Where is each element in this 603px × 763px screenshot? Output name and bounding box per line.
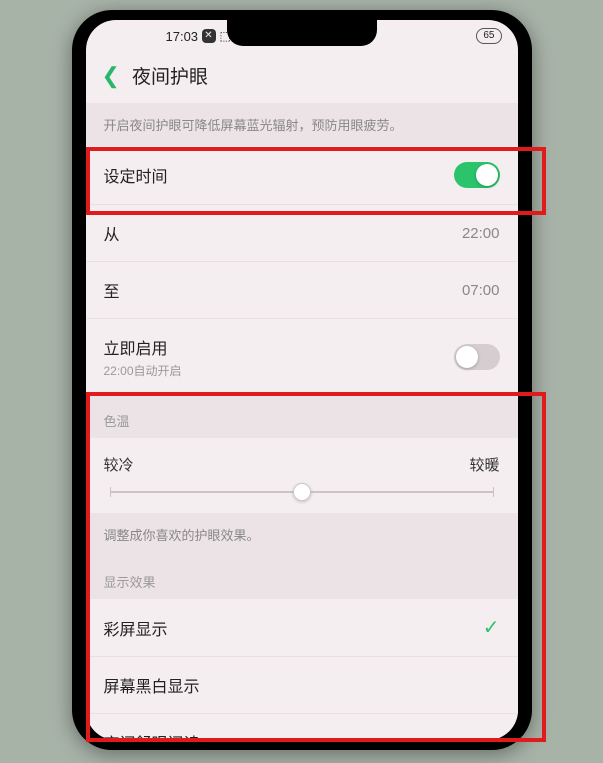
set-schedule-row[interactable]: 设定时间 xyxy=(86,146,518,205)
display-option-night-read[interactable]: 夜间舒眼阅读 xyxy=(86,714,518,740)
display-effect-section: 显示效果 xyxy=(86,556,518,599)
battery-indicator: 65 xyxy=(476,28,501,44)
color-temp-block: 较冷 较暖 xyxy=(86,438,518,513)
check-icon: ✓ xyxy=(483,615,500,640)
close-indicator-icon: ✕ xyxy=(202,29,216,43)
page-header: ❮ 夜间护眼 xyxy=(86,52,518,103)
schedule-from-row[interactable]: 从 22:00 xyxy=(86,205,518,262)
color-temp-slider[interactable] xyxy=(110,491,494,493)
display-option-color[interactable]: 彩屏显示 ✓ xyxy=(86,599,518,657)
set-schedule-label: 设定时间 xyxy=(104,163,168,187)
schedule-to-value: 07:00 xyxy=(462,282,500,299)
color-temp-hint: 调整成你喜欢的护眼效果。 xyxy=(86,513,518,556)
set-schedule-toggle[interactable] xyxy=(454,162,500,188)
color-temp-warm-label: 较暖 xyxy=(469,454,499,475)
display-option-label: 夜间舒眼阅读 xyxy=(104,730,200,740)
enable-now-sub: 22:00自动开启 xyxy=(104,362,182,379)
display-option-label: 屏幕黑白显示 xyxy=(104,673,200,697)
schedule-from-value: 22:00 xyxy=(462,225,500,242)
color-temp-section: 色温 xyxy=(86,395,518,438)
enable-now-label: 立即启用 xyxy=(104,335,182,359)
color-temp-thumb[interactable] xyxy=(293,483,311,501)
back-icon[interactable]: ❮ xyxy=(102,65,120,87)
display-option-label: 彩屏显示 xyxy=(104,616,168,640)
schedule-to-row[interactable]: 至 07:00 xyxy=(86,262,518,319)
schedule-from-label: 从 xyxy=(104,221,120,245)
enable-now-toggle[interactable] xyxy=(454,344,500,370)
schedule-to-label: 至 xyxy=(104,278,120,302)
page-title: 夜间护眼 xyxy=(132,62,208,89)
enable-now-row[interactable]: 立即启用 22:00自动开启 xyxy=(86,319,518,395)
display-option-bw[interactable]: 屏幕黑白显示 xyxy=(86,657,518,714)
status-time: 17:03 xyxy=(166,29,199,44)
page-description: 开启夜间护眼可降低屏幕蓝光辐射，预防用眼疲劳。 xyxy=(86,103,518,146)
color-temp-cold-label: 较冷 xyxy=(104,454,134,475)
